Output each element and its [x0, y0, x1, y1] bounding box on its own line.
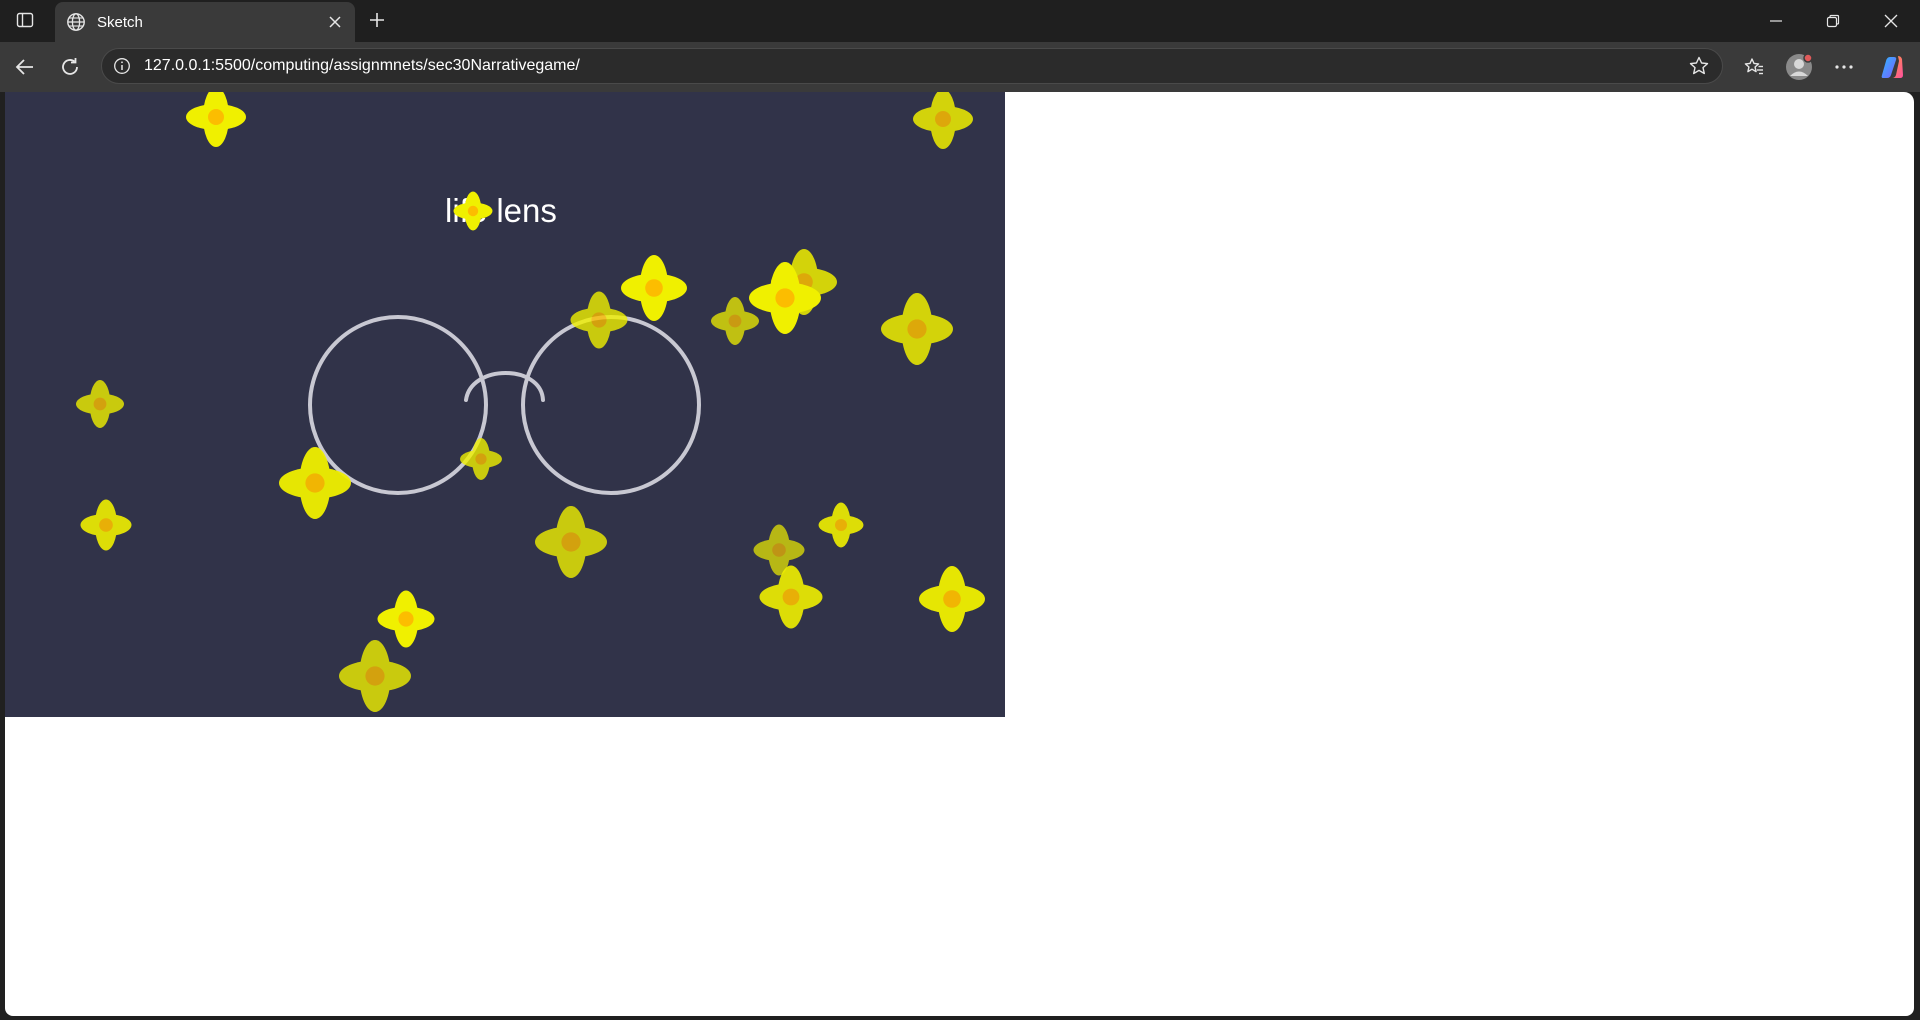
- plus-icon[interactable]: [362, 6, 392, 34]
- star-icon[interactable]: [1686, 53, 1712, 79]
- more-icon[interactable]: [1827, 50, 1861, 84]
- url-text[interactable]: 127.0.0.1:5500/computing/assignmnets/sec…: [144, 49, 580, 83]
- minimize-icon[interactable]: [1748, 0, 1804, 42]
- globe-icon: [65, 11, 87, 33]
- restore-icon[interactable]: [1805, 0, 1861, 42]
- tab-actions-icon[interactable]: [10, 6, 40, 34]
- sketch-overlay: [453, 191, 493, 231]
- refresh-icon[interactable]: [53, 50, 87, 84]
- back-arrow-icon[interactable]: [8, 50, 42, 84]
- browser-toolbar: 127.0.0.1:5500/computing/assignmnets/sec…: [0, 42, 1920, 92]
- address-bar[interactable]: 127.0.0.1:5500/computing/assignmnets/sec…: [101, 48, 1723, 84]
- browser-tab[interactable]: Sketch: [55, 2, 355, 42]
- close-window-icon[interactable]: [1863, 0, 1919, 42]
- flower-icon: [453, 191, 493, 231]
- favorites-icon[interactable]: [1737, 50, 1771, 84]
- sketch-canvas[interactable]: life lens: [5, 92, 1005, 717]
- tab-title: Sketch: [97, 13, 143, 31]
- info-icon[interactable]: [110, 54, 134, 78]
- copilot-icon[interactable]: [1875, 50, 1909, 84]
- profile-icon[interactable]: [1782, 50, 1816, 84]
- close-icon[interactable]: [321, 8, 349, 36]
- tab-strip: Sketch: [0, 0, 1920, 42]
- page-viewport: life lens: [5, 92, 1914, 1016]
